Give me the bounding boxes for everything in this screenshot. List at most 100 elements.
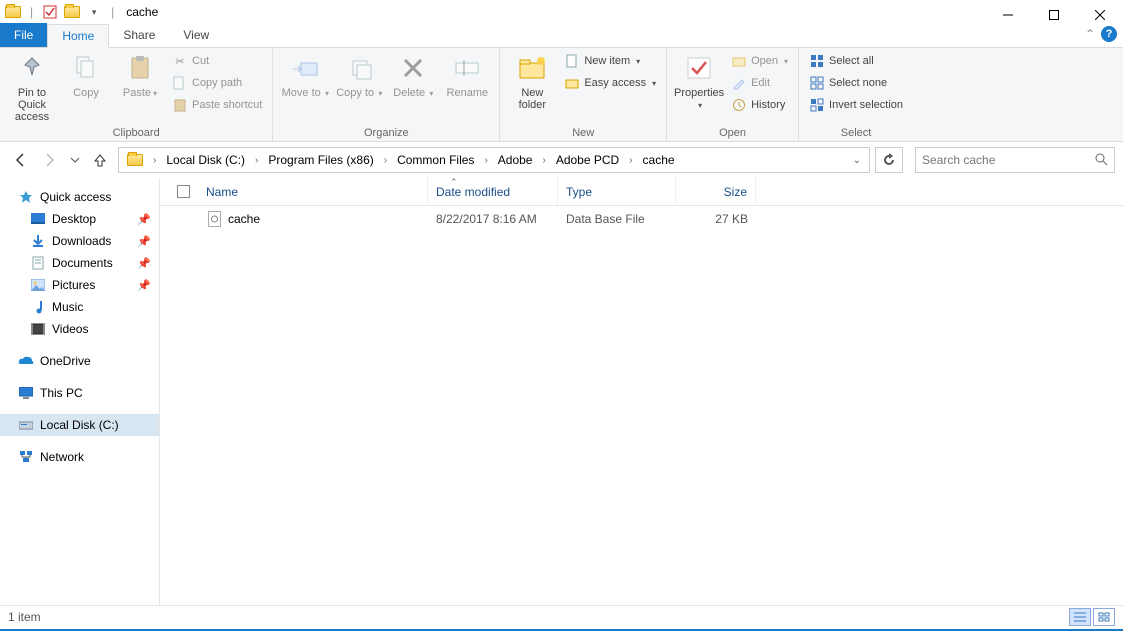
breadcrumb-chevron-icon[interactable]: › (627, 155, 634, 166)
nav-local-disk[interactable]: Local Disk (C:) (0, 414, 159, 436)
cut-button[interactable]: ✂ Cut (168, 50, 266, 72)
search-placeholder: Search cache (922, 153, 995, 167)
new-item-button[interactable]: New item▾ (560, 50, 660, 72)
nav-documents[interactable]: Documents 📌 (0, 252, 159, 274)
qat-properties-icon[interactable] (41, 3, 59, 21)
ribbon-collapse-icon[interactable]: ⌃ (1085, 27, 1095, 41)
nav-this-pc-label: This PC (40, 386, 83, 400)
column-header-size[interactable]: Size (676, 178, 756, 205)
qat-customize-icon[interactable]: ▾ (85, 3, 103, 21)
edit-button[interactable]: Edit (727, 72, 792, 94)
file-row[interactable]: cache 8/22/2017 8:16 AM Data Base File 2… (160, 206, 1123, 232)
view-large-icons-button[interactable] (1093, 608, 1115, 626)
tab-share[interactable]: Share (109, 23, 169, 47)
breadcrumb-chevron-icon[interactable]: › (151, 155, 158, 166)
column-header-checkbox[interactable] (168, 178, 198, 205)
tab-view[interactable]: View (169, 23, 223, 47)
pin-icon: 📌 (137, 257, 151, 270)
pin-quick-access-button[interactable]: Pin to Quick access (6, 50, 58, 125)
file-name-label: cache (228, 212, 260, 226)
navigation-pane[interactable]: Quick access Desktop 📌 Downloads 📌 Docum… (0, 178, 160, 610)
invert-selection-button[interactable]: Invert selection (805, 94, 907, 116)
nav-downloads-label: Downloads (52, 234, 111, 248)
nav-network[interactable]: Network (0, 446, 159, 468)
onedrive-icon (18, 353, 34, 369)
back-button[interactable] (8, 148, 32, 172)
select-none-icon (809, 75, 825, 91)
breadcrumb-chevron-icon[interactable]: › (253, 155, 260, 166)
column-header-type[interactable]: Type (558, 178, 676, 205)
breadcrumb-seg-3[interactable]: Adobe (492, 149, 539, 171)
refresh-button[interactable] (875, 147, 903, 173)
nav-videos[interactable]: Videos (0, 318, 159, 340)
pin-label: Pin to Quick access (8, 87, 56, 123)
organize-group-label: Organize (279, 126, 493, 140)
search-box[interactable]: Search cache (915, 147, 1115, 173)
up-button[interactable] (88, 148, 112, 172)
copy-icon (70, 52, 102, 84)
nav-downloads[interactable]: Downloads 📌 (0, 230, 159, 252)
breadcrumb-seg-0[interactable]: Local Disk (C:) (160, 149, 251, 171)
breadcrumb-seg-5[interactable]: cache (637, 149, 681, 171)
breadcrumb-seg-1[interactable]: Program Files (x86) (262, 149, 379, 171)
pin-icon: 📌 (137, 213, 151, 226)
select-none-button[interactable]: Select none (805, 72, 907, 94)
column-header-date[interactable]: Date modified (428, 178, 558, 205)
history-button[interactable]: History (727, 94, 792, 116)
search-icon (1094, 152, 1108, 169)
nav-pictures[interactable]: Pictures 📌 (0, 274, 159, 296)
copy-to-button[interactable]: Copy to ▾ (333, 50, 385, 101)
breadcrumb-chevron-icon[interactable]: › (540, 155, 547, 166)
qat-separator: | (30, 5, 33, 19)
recent-locations-button[interactable] (68, 148, 82, 172)
delete-button[interactable]: Delete ▾ (387, 50, 439, 101)
rename-button[interactable]: Rename (441, 50, 493, 101)
move-to-button[interactable]: Move to ▾ (279, 50, 331, 101)
network-icon (18, 449, 34, 465)
cut-label: Cut (192, 55, 209, 67)
select-all-label: Select all (829, 55, 874, 67)
breadcrumb-seg-2[interactable]: Common Files (391, 149, 480, 171)
tab-file[interactable]: File (0, 23, 47, 47)
easy-access-label: Easy access (584, 77, 646, 89)
paste-label: Paste (123, 87, 151, 99)
column-header-name[interactable]: Name (198, 178, 428, 205)
rename-label: Rename (447, 87, 489, 99)
nav-quick-access[interactable]: Quick access (0, 186, 159, 208)
nav-onedrive[interactable]: OneDrive (0, 350, 159, 372)
help-icon[interactable]: ? (1101, 26, 1117, 42)
view-mode-buttons (1069, 608, 1115, 626)
file-list-area: Name ⌃ Date modified Type Size cache 8/2… (160, 178, 1123, 610)
nav-this-pc[interactable]: This PC (0, 382, 159, 404)
ribbon: Pin to Quick access Copy Paste▾ ✂ Cut Co… (0, 48, 1123, 142)
breadcrumb-chevron-icon[interactable]: › (482, 155, 489, 166)
paste-button[interactable]: Paste▾ (114, 50, 166, 101)
new-folder-button[interactable]: New folder (506, 50, 558, 113)
address-dropdown-icon[interactable]: ⌄ (851, 155, 867, 166)
easy-access-button[interactable]: Easy access▾ (560, 72, 660, 94)
copy-button[interactable]: Copy (60, 50, 112, 101)
view-details-button[interactable] (1069, 608, 1091, 626)
copy-path-button[interactable]: Copy path (168, 72, 266, 94)
properties-label: Properties (674, 87, 724, 99)
new-group-label: New (506, 126, 660, 140)
properties-button[interactable]: Properties ▾ (673, 50, 725, 113)
qat-newfolder-icon[interactable] (63, 3, 81, 21)
tab-home[interactable]: Home (47, 24, 109, 48)
nav-music[interactable]: Music (0, 296, 159, 318)
open-group-label: Open (673, 126, 792, 140)
select-all-button[interactable]: Select all (805, 50, 907, 72)
address-bar[interactable]: › Local Disk (C:) › Program Files (x86) … (118, 147, 870, 173)
cut-icon: ✂ (172, 53, 188, 69)
address-root-icon[interactable] (121, 149, 149, 171)
file-type-label: Data Base File (558, 212, 676, 226)
history-label: History (751, 99, 785, 111)
file-icon (206, 211, 222, 227)
nav-desktop[interactable]: Desktop 📌 (0, 208, 159, 230)
open-button[interactable]: Open▾ (727, 50, 792, 72)
breadcrumb-seg-4[interactable]: Adobe PCD (550, 149, 625, 171)
open-icon (731, 53, 747, 69)
paste-shortcut-button[interactable]: Paste shortcut (168, 94, 266, 116)
forward-button[interactable] (38, 148, 62, 172)
breadcrumb-chevron-icon[interactable]: › (382, 155, 389, 166)
